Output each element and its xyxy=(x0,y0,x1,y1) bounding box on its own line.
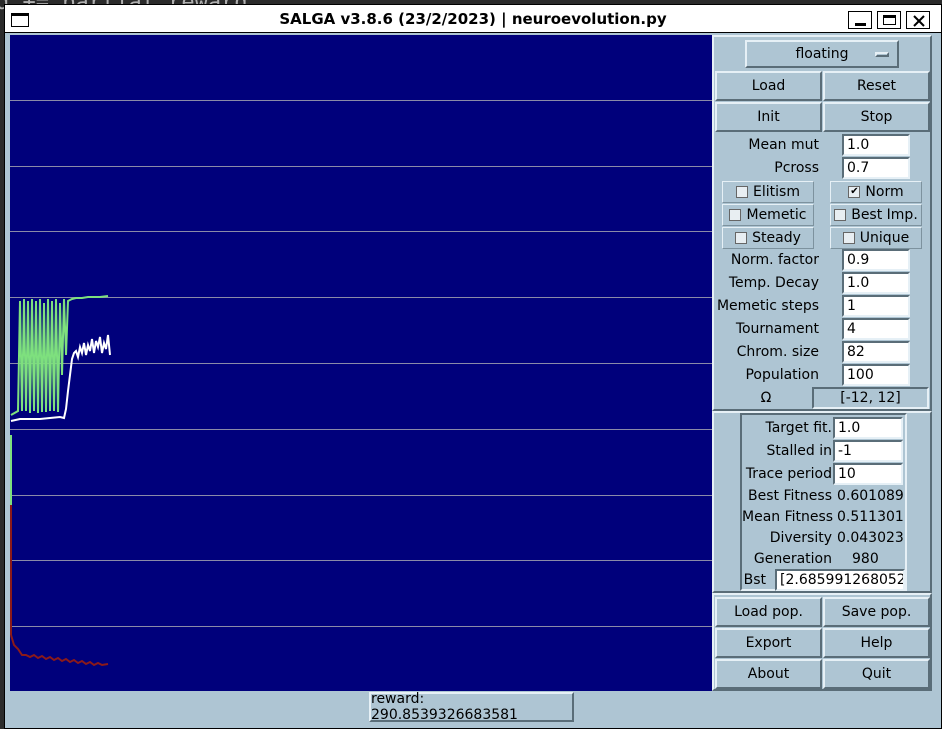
tournament-label: Tournament xyxy=(735,321,819,337)
norm-factor-input[interactable]: 0.9 xyxy=(842,249,910,271)
norm-checkbox[interactable]: ✔ Norm xyxy=(830,181,922,203)
mean-mut-label: Mean mut xyxy=(748,137,819,153)
temp-decay-label: Temp. Decay xyxy=(728,275,819,291)
window-title: SALGA v3.8.6 (23/2/2023) | neuroevolutio… xyxy=(279,10,667,28)
steady-checkbox-box xyxy=(735,232,748,244)
controls-panel: floating Load Reset Init Stop Mean mut 1… xyxy=(712,35,932,411)
mean-fitness-value: 0.511301 xyxy=(837,509,904,525)
reward-status: reward: 290.8539326683581 xyxy=(369,691,574,723)
elitism-checkbox[interactable]: Elitism xyxy=(722,181,814,203)
stalled-in-input[interactable]: -1 xyxy=(833,440,903,462)
omega-label: Ω xyxy=(760,390,772,406)
dropdown-indicator-icon xyxy=(875,52,889,57)
mode-select-value: floating xyxy=(795,46,849,62)
init-button[interactable]: Init xyxy=(715,102,822,132)
target-fit-input[interactable]: 1.0 xyxy=(833,417,903,439)
chrom-size-label: Chrom. size xyxy=(736,344,819,360)
checkmark-icon: ✔ xyxy=(848,186,861,198)
memetic-label: Memetic xyxy=(746,207,807,223)
steady-label: Steady xyxy=(752,230,801,246)
norm-factor-label: Norm. factor xyxy=(730,252,819,268)
minimize-button[interactable] xyxy=(848,11,872,29)
trace-period-input[interactable]: 10 xyxy=(833,463,903,485)
memetic-checkbox-box xyxy=(729,209,742,221)
load-button[interactable]: Load xyxy=(715,71,822,101)
fitness-plot xyxy=(10,35,712,691)
trace-period-label: Trace period xyxy=(745,466,832,482)
best-imp-label: Best Imp. xyxy=(851,207,918,223)
pcross-label: Pcross xyxy=(774,160,819,176)
reset-button[interactable]: Reset xyxy=(823,71,930,101)
unique-label: Unique xyxy=(859,230,910,246)
omega-range-field[interactable]: [-12, 12] xyxy=(812,387,929,409)
tournament-input[interactable]: 4 xyxy=(842,318,910,340)
close-icon xyxy=(913,15,925,27)
memetic-steps-input[interactable]: 1 xyxy=(842,295,910,317)
help-button[interactable]: Help xyxy=(823,628,930,658)
close-button[interactable] xyxy=(906,11,930,29)
unique-checkbox[interactable]: Unique xyxy=(830,227,922,249)
memetic-checkbox[interactable]: Memetic xyxy=(722,204,814,226)
maximize-button[interactable] xyxy=(877,11,901,29)
population-input[interactable]: 100 xyxy=(842,364,910,386)
generation-label: Generation xyxy=(753,551,832,567)
generation-value: 980 xyxy=(852,551,879,567)
best-fitness-label: Best Fitness xyxy=(748,488,832,504)
pcross-input[interactable]: 0.7 xyxy=(842,157,910,179)
export-button[interactable]: Export xyxy=(715,628,822,658)
quit-button[interactable]: Quit xyxy=(823,659,930,689)
save-pop-button[interactable]: Save pop. xyxy=(823,597,930,627)
stalled-in-label: Stalled in xyxy=(766,443,832,459)
mean-fitness-label: Mean Fitness xyxy=(742,509,834,525)
elitism-checkbox-box xyxy=(736,186,749,198)
minimize-icon xyxy=(855,23,866,26)
elitism-label: Elitism xyxy=(753,184,800,200)
diversity-value: 0.043023 xyxy=(837,530,904,546)
mean-mut-input[interactable]: 1.0 xyxy=(842,134,910,156)
about-button[interactable]: About xyxy=(715,659,822,689)
status-panel: Target fit. 1.0 Stalled in -1 Trace peri… xyxy=(712,411,932,593)
best-chrom-label: Bst xyxy=(743,572,766,588)
best-chromosome-field[interactable]: [2.6859912680524 xyxy=(775,569,905,591)
best-imp-checkbox-box xyxy=(834,209,847,221)
diversity-label: Diversity xyxy=(769,530,832,546)
best-imp-checkbox[interactable]: Best Imp. xyxy=(830,204,922,226)
title-bar[interactable]: SALGA v3.8.6 (23/2/2023) | neuroevolutio… xyxy=(5,5,941,33)
file-buttons-panel: Load pop. Save pop. Export Help About Qu… xyxy=(712,593,932,691)
stop-button[interactable]: Stop xyxy=(823,102,930,132)
temp-decay-input[interactable]: 1.0 xyxy=(842,272,910,294)
status-inner-panel: Target fit. 1.0 Stalled in -1 Trace peri… xyxy=(740,413,907,591)
load-pop-button[interactable]: Load pop. xyxy=(715,597,822,627)
target-fit-label: Target fit. xyxy=(765,420,832,436)
chrom-size-input[interactable]: 82 xyxy=(842,341,910,363)
mode-select[interactable]: floating xyxy=(745,40,899,68)
maximize-icon xyxy=(883,15,896,25)
norm-label: Norm xyxy=(865,184,904,200)
steady-checkbox[interactable]: Steady xyxy=(722,227,814,249)
population-label: Population xyxy=(745,367,819,383)
best-fitness-trace xyxy=(10,295,109,416)
memetic-steps-label: Memetic steps xyxy=(716,298,819,314)
diversity-trace xyxy=(10,634,109,667)
plot-traces xyxy=(10,295,111,667)
salga-window: SALGA v3.8.6 (23/2/2023) | neuroevolutio… xyxy=(4,4,942,729)
best-fitness-value: 0.601089 xyxy=(837,488,904,504)
unique-checkbox-box xyxy=(842,232,855,244)
